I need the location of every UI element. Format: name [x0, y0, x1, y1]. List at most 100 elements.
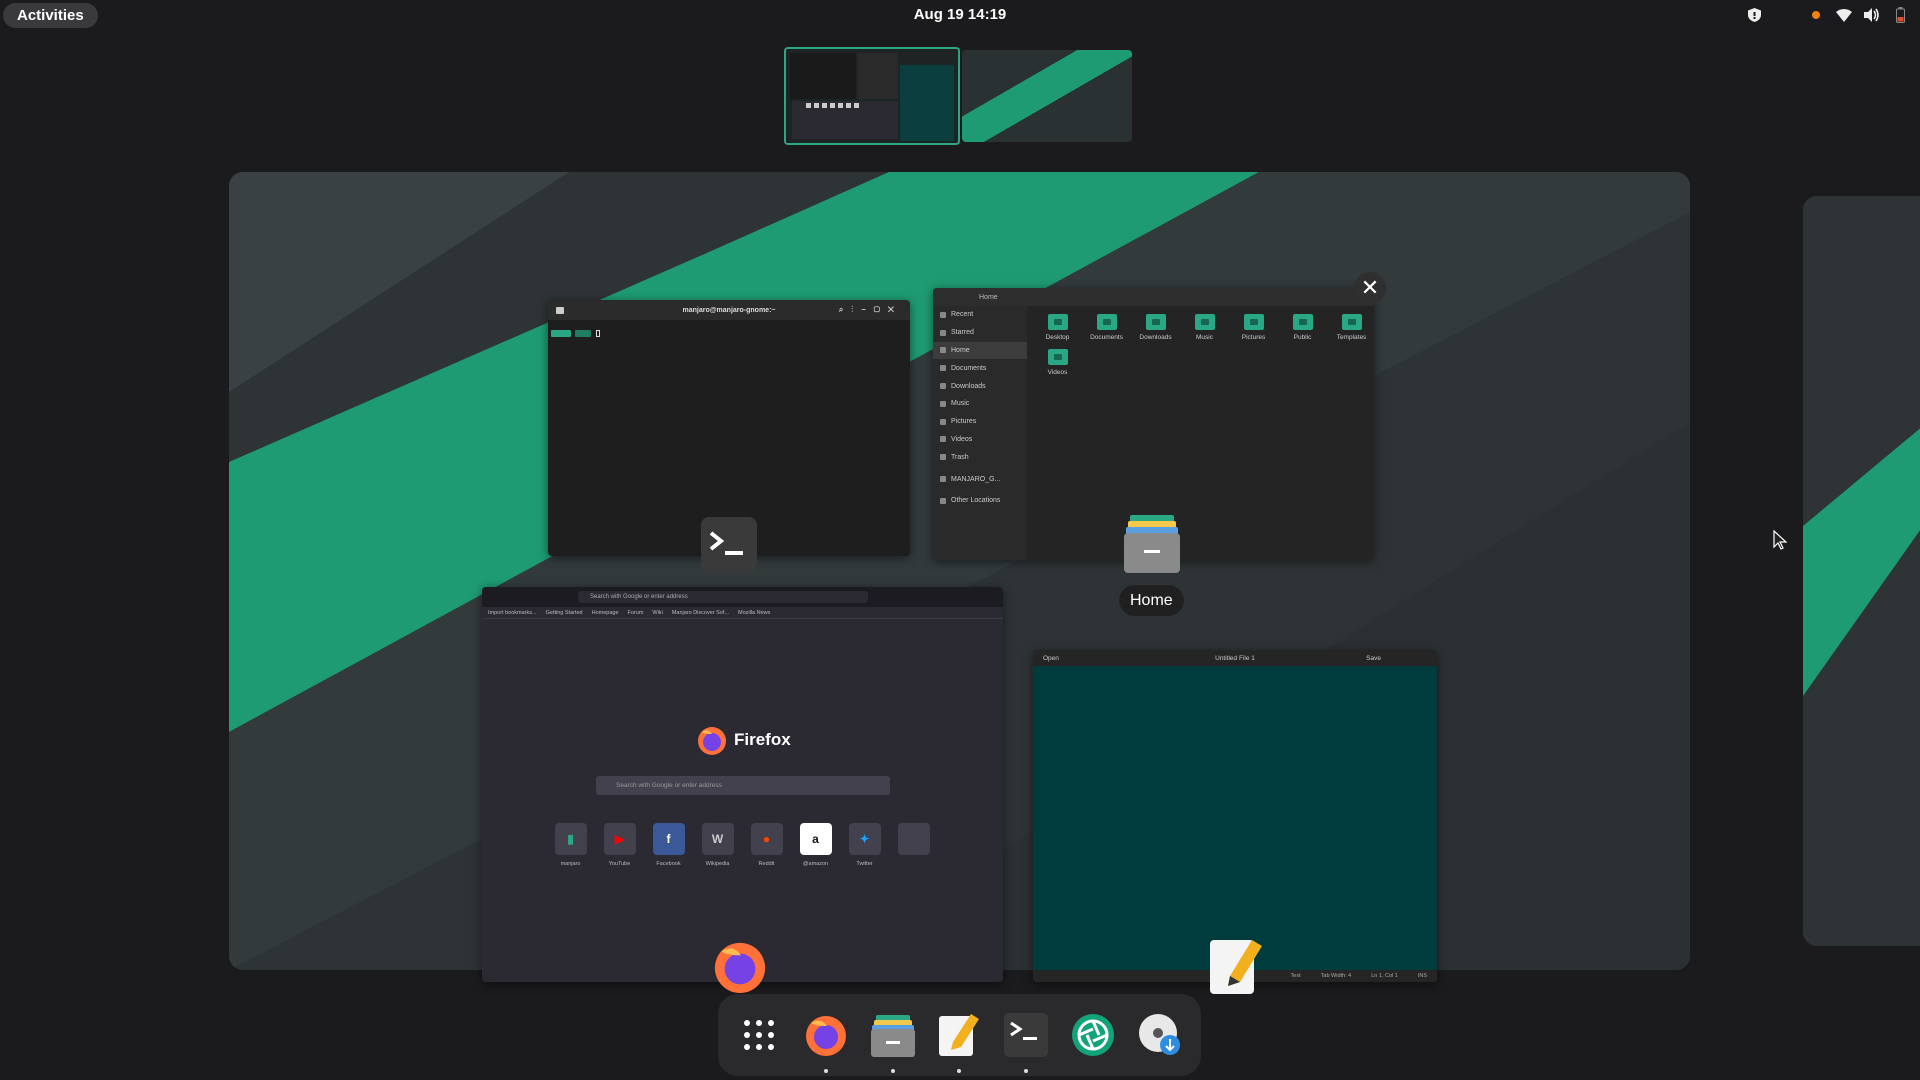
top-site-tile[interactable]: ● Reddit [750, 823, 783, 867]
open-button[interactable]: Open [1043, 655, 1059, 662]
window-controls-icon: ⌕⋮–▢✕ [838, 305, 902, 314]
sidebar-item-drive[interactable]: MANJARO_G... [933, 470, 1027, 488]
running-indicator [957, 1069, 962, 1073]
terminal-body [548, 320, 910, 346]
folder-item[interactable]: Pictures [1229, 314, 1278, 341]
bookmark-item[interactable]: Wiki [652, 610, 662, 616]
tile-label: Facebook [656, 861, 681, 867]
firefox-brand: Firefox [734, 730, 791, 749]
running-indicator [1024, 1069, 1029, 1073]
workspace-thumbnail-1[interactable] [784, 47, 960, 145]
terminal-icon [701, 517, 757, 573]
dock-installer[interactable] [1132, 1007, 1188, 1063]
wifi-icon[interactable] [1836, 7, 1852, 23]
firefox-icon [712, 938, 768, 994]
top-site-tile[interactable]: W Wikipedia [701, 823, 734, 867]
bookmark-item[interactable]: Getting Started [546, 610, 583, 616]
status-position[interactable]: Ln 1, Col 1 [1371, 973, 1398, 979]
battery-icon[interactable] [1892, 7, 1908, 23]
top-bar: Activities Aug 19 14:19 [0, 0, 1920, 31]
mouse-pointer-icon [1773, 529, 1788, 555]
status-tab-width[interactable]: Tab Width: 4 [1321, 973, 1352, 979]
next-workspace-preview[interactable] [1803, 196, 1920, 946]
folder-item[interactable]: Documents [1082, 314, 1131, 341]
firefox-toolbar: Search with Google or enter address [482, 587, 1003, 607]
bookmark-item[interactable]: Import bookmarks... [488, 610, 537, 616]
editor-titlebar: Open Untitled File 1 Save [1033, 650, 1437, 666]
text-editor-icon [1208, 938, 1264, 994]
folder-item[interactable]: Desktop [1033, 314, 1082, 341]
status-language[interactable]: Text [1291, 973, 1301, 979]
firefox-icon [806, 1016, 847, 1056]
sidebar-item-videos[interactable]: Videos [933, 431, 1027, 449]
folder-item[interactable]: Videos [1033, 349, 1082, 376]
bookmarks-bar: Import bookmarks... Getting Started Home… [482, 607, 1003, 619]
close-window-button[interactable]: ✕ [1354, 272, 1386, 304]
tile-label: Twitter [856, 861, 873, 867]
text-editor-window-preview[interactable]: Open Untitled File 1 Save Text Tab Width… [1033, 650, 1437, 982]
youtube-icon: ▶ [603, 823, 636, 855]
sidebar-item-other-locations[interactable]: Other Locations [933, 492, 1027, 510]
sidebar-item-home[interactable]: Home [933, 341, 1027, 360]
sidebar-item-recent[interactable]: Recent [933, 306, 1027, 324]
tile-label: Wikipedia [705, 861, 730, 867]
shield-icon[interactable] [1746, 7, 1762, 23]
sidebar-item-downloads[interactable]: Downloads [933, 377, 1027, 395]
tile-label: Reddit [758, 861, 775, 867]
dock-files[interactable] [865, 1007, 921, 1073]
prompt-badge [551, 330, 571, 337]
notification-dot-icon[interactable] [1808, 7, 1824, 23]
folder-item[interactable]: Public [1278, 314, 1327, 341]
bookmark-item[interactable]: Manjaro Discover Sof... [672, 610, 729, 616]
running-indicator [824, 1069, 829, 1073]
dock-terminal[interactable] [998, 1007, 1054, 1073]
disk-installer-icon [1138, 1014, 1180, 1055]
activities-button[interactable]: Activities [3, 3, 98, 28]
show-apps-button[interactable] [731, 1007, 787, 1063]
folder-item[interactable]: Downloads [1131, 314, 1180, 341]
dock-firefox[interactable] [798, 1007, 854, 1073]
dock-text-editor[interactable] [931, 1007, 987, 1073]
folder-item[interactable]: Music [1180, 314, 1229, 341]
text-editor-icon [939, 1014, 980, 1056]
files-icon [870, 1015, 915, 1057]
newtab-search-input[interactable]: Search with Google or enter address [596, 776, 890, 795]
folder-label: Public [1293, 334, 1312, 341]
workspace-thumbnail-2[interactable] [962, 50, 1132, 142]
facebook-icon: f [652, 823, 685, 855]
top-site-tile[interactable]: f Facebook [652, 823, 685, 867]
top-site-tile[interactable]: ▶ YouTube [603, 823, 636, 867]
top-site-tile[interactable]: ▮ manjaro [554, 823, 587, 867]
empty-tile-icon [897, 823, 930, 855]
folder-label: Desktop [1045, 334, 1070, 341]
save-button[interactable]: Save [1366, 655, 1381, 662]
folder-label: Downloads [1139, 334, 1172, 341]
folder-icon [1047, 314, 1068, 330]
bookmark-item[interactable]: Mozilla News [738, 610, 770, 616]
sidebar-item-music[interactable]: Music [933, 395, 1027, 413]
folder-icon [1292, 314, 1313, 330]
sidebar-item-trash[interactable]: Trash [933, 448, 1027, 466]
editor-title: Untitled File 1 [1215, 654, 1255, 662]
top-site-tile[interactable]: a @amazon [799, 823, 832, 867]
top-site-tile[interactable] [897, 823, 930, 867]
window-label: Home [1119, 585, 1184, 616]
files-sidebar: Recent Starred Home Documents Downloads … [933, 306, 1027, 560]
volume-icon[interactable] [1864, 7, 1880, 23]
sidebar-item-starred[interactable]: Starred [933, 324, 1027, 342]
sidebar-item-documents[interactable]: Documents [933, 359, 1027, 377]
firefox-window-preview[interactable]: Search with Google or enter address Impo… [482, 587, 1003, 982]
folder-icon [1194, 314, 1215, 330]
folder-item[interactable]: Templates [1327, 314, 1374, 341]
bookmark-item[interactable]: Forum [628, 610, 644, 616]
bookmark-item[interactable]: Homepage [592, 610, 619, 616]
dock-shutter[interactable] [1065, 1007, 1121, 1063]
clock-label[interactable]: Aug 19 14:19 [914, 6, 1007, 23]
tile-label: manjaro [560, 861, 581, 867]
url-bar[interactable]: Search with Google or enter address [578, 591, 868, 603]
twitter-icon: ✦ [848, 823, 881, 855]
tile-label: @amazon [802, 861, 829, 867]
system-tray[interactable] [1746, 7, 1908, 23]
top-site-tile[interactable]: ✦ Twitter [848, 823, 881, 867]
sidebar-item-pictures[interactable]: Pictures [933, 413, 1027, 431]
